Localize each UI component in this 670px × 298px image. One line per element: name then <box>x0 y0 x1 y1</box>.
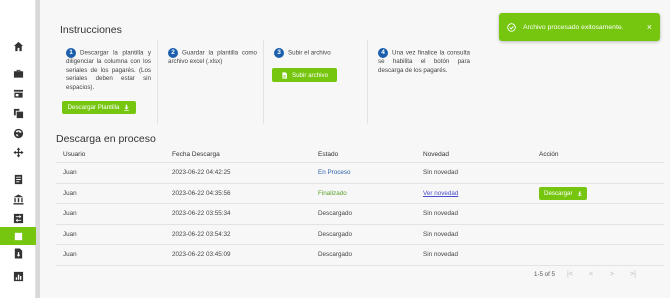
cell-state: Descargado <box>318 251 352 259</box>
cell-novelty: Sin novedad <box>423 230 459 238</box>
exchange-icon[interactable] <box>0 209 36 227</box>
globe-icon[interactable] <box>0 124 36 142</box>
cell-date: 2023-06-22 03:54:32 <box>172 230 231 238</box>
table-row: Juan 2023-06-22 03:55:34 Descargado Sin … <box>56 204 664 225</box>
step-3: 3 Subir el archivo Subir archivo <box>264 40 368 124</box>
check-circle-icon <box>507 22 516 32</box>
cell-user: Juan <box>63 251 77 259</box>
download-icon <box>577 191 582 196</box>
column-header-date: Fecha Descarga <box>172 151 220 158</box>
copy-icon[interactable] <box>0 104 36 122</box>
first-page-icon[interactable]: |< <box>564 268 576 280</box>
step-number-badge: 2 <box>168 48 178 58</box>
main-content: Instrucciones 1 Descargar la plantilla y … <box>42 0 670 298</box>
cell-user: Juan <box>63 189 77 197</box>
instructions-title: Instrucciones <box>60 24 122 36</box>
layers-icon[interactable] <box>0 227 36 245</box>
cell-date: 2023-06-22 03:45:09 <box>172 251 231 259</box>
process-table: Usuario Fecha Descarga Estado Novedad Ac… <box>56 147 664 266</box>
download-icon <box>124 104 130 111</box>
download-template-label: Descargar Plantilla <box>67 104 120 111</box>
step-text: Una vez finalice la consulta se habilita… <box>378 49 470 74</box>
briefcase-icon[interactable] <box>0 64 36 82</box>
download-button-label: Descargar <box>544 189 573 197</box>
step-text: Guardar la plantilla como archivo excel … <box>168 49 257 66</box>
bar-chart-icon[interactable] <box>0 267 36 285</box>
step-text: Descargar la plantilla y diligenciar la … <box>66 49 151 92</box>
prev-page-icon[interactable]: < <box>585 268 597 280</box>
table-row: Juan 2023-06-22 04:42:25 En Proceso Sin … <box>56 163 664 184</box>
table-row: Juan 2023-06-22 03:54:32 Descargado Sin … <box>56 225 664 245</box>
cell-state: Descargado <box>318 210 352 218</box>
table-header-row: Usuario Fecha Descarga Estado Novedad Ac… <box>56 147 664 163</box>
sidebar-scrollbar[interactable] <box>36 0 40 298</box>
process-title: Descarga en proceso <box>56 133 156 145</box>
cell-novelty: Sin novedad <box>423 169 459 177</box>
file-download-icon[interactable] <box>0 244 36 262</box>
upload-file-button[interactable]: Subir archivo <box>272 68 337 82</box>
cell-user: Juan <box>63 210 77 218</box>
sidebar <box>0 0 36 298</box>
column-header-state: Estado <box>318 151 339 158</box>
document-list-icon[interactable] <box>0 170 36 188</box>
column-header-action: Acción <box>539 151 559 158</box>
step-1: 1 Descargar la plantilla y diligenciar la… <box>56 40 158 124</box>
cell-novelty: Sin novedad <box>423 251 459 259</box>
cell-action: Descargar <box>539 184 587 204</box>
cell-user: Juan <box>63 230 77 238</box>
file-icon <box>282 71 287 79</box>
pagination-range: 1-5 of 5 <box>534 270 555 278</box>
step-number-badge: 4 <box>378 48 388 58</box>
close-icon[interactable]: × <box>647 22 652 32</box>
download-template-button[interactable]: Descargar Plantilla <box>62 101 136 114</box>
step-2: 2 Guardar la plantilla como archivo excel… <box>158 40 264 124</box>
success-toast: Archivo procesado exitosamente. × <box>499 13 660 41</box>
view-novelty-label[interactable]: Ver novedad <box>423 190 458 197</box>
last-page-icon[interactable]: >| <box>627 268 639 280</box>
cell-date: 2023-06-22 03:55:34 <box>172 210 231 218</box>
cell-user: Juan <box>63 169 77 177</box>
cell-date: 2023-06-22 04:42:25 <box>172 169 231 177</box>
view-novelty-link[interactable]: Ver novedad <box>423 184 458 204</box>
cell-date: 2023-06-22 04:35:56 <box>172 189 231 197</box>
home-icon[interactable] <box>0 37 36 55</box>
pagination: 1-5 of 5 |< < > >| <box>534 268 639 280</box>
upload-file-label: Subir archivo <box>291 71 329 79</box>
cell-state: En Proceso <box>318 169 351 177</box>
table-row: Juan 2023-06-22 04:35:56 Finalizado Ver … <box>56 184 664 204</box>
move-icon[interactable] <box>0 143 36 161</box>
step-number-badge: 3 <box>274 48 284 58</box>
cell-novelty: Sin novedad <box>423 210 459 218</box>
column-header-user: Usuario <box>63 151 86 158</box>
cell-state: Descargado <box>318 230 352 238</box>
table-row: Juan 2023-06-22 03:45:09 Descargado Sin … <box>56 245 664 266</box>
step-number-badge: 1 <box>66 48 76 58</box>
toast-message: Archivo procesado exitosamente. <box>523 23 624 31</box>
instruction-steps: 1 Descargar la plantilla y diligenciar la… <box>56 40 516 124</box>
cell-state: Finalizado <box>318 189 347 197</box>
step-4: 4 Una vez finalice la consulta se habilit… <box>368 40 476 124</box>
step-text: Subir el archivo <box>288 49 331 57</box>
store-icon[interactable] <box>0 84 36 102</box>
column-header-novelty: Novedad <box>423 151 450 158</box>
next-page-icon[interactable]: > <box>606 268 618 280</box>
bank-icon[interactable] <box>0 190 36 208</box>
download-button[interactable]: Descargar <box>539 186 587 200</box>
